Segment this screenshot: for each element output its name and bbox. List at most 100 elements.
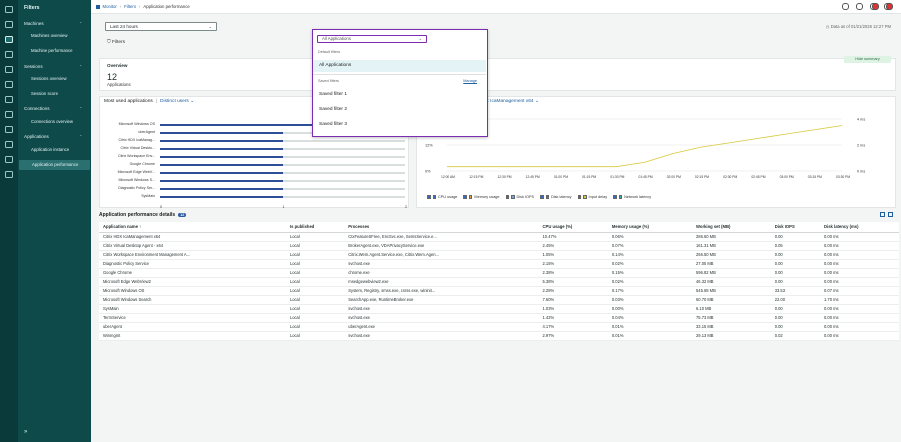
dashboard-icon[interactable] xyxy=(5,21,13,28)
table-row[interactable]: TermService Local svchost.exe 1.42% 0.04% 75.… xyxy=(99,313,899,323)
table-row[interactable]: Microsoft Windows OS Local System, Registr… xyxy=(99,286,899,296)
nav-group-sessions[interactable]: Sessions ⌃ xyxy=(24,64,82,69)
column-header[interactable]: Application name ↑ xyxy=(99,222,286,233)
breadcrumb-filters[interactable]: Filters xyxy=(124,4,136,9)
table-cell: svchost.exe xyxy=(344,313,539,323)
legend-item[interactable]: Disk latency xyxy=(540,195,572,199)
legend-item[interactable]: Network latency xyxy=(613,195,651,199)
table-row[interactable]: Citrix HDX IcaManagement x64 Local CtxFeat… xyxy=(99,232,899,242)
bar[interactable] xyxy=(160,171,283,174)
users-icon[interactable] xyxy=(5,81,13,88)
table-cell: 0.17% xyxy=(607,286,693,296)
table-cell: 2.38% xyxy=(538,268,608,278)
option-saved-filter-2[interactable]: Saved filter 2 xyxy=(313,104,486,116)
legend-item[interactable]: Memory usage xyxy=(463,195,500,199)
reports-icon[interactable] xyxy=(5,111,13,118)
column-header[interactable]: Disk IOPS xyxy=(770,222,821,233)
column-header[interactable]: Working set (MB) xyxy=(692,222,771,233)
manage-link[interactable]: Manage xyxy=(463,79,477,83)
breadcrumb: Monitor › Filters › Application performance xyxy=(96,4,190,9)
table-cell: CtxFeatureSFree, EncSvc.exe, SemsService… xyxy=(344,232,539,242)
bar[interactable] xyxy=(160,163,283,166)
column-header[interactable]: Processes xyxy=(344,222,539,233)
table-cell: uberAgent.exe xyxy=(344,322,539,332)
table-row[interactable]: SysMain Local svchost.exe 1.03% 0.00% 6.10 MB… xyxy=(99,304,899,314)
nav-item-sessions-overview[interactable]: Sessions overview xyxy=(18,74,91,84)
application-filter-select[interactable]: All Applications ⌄ xyxy=(317,35,427,43)
filters-button[interactable]: ⛉ Filters xyxy=(107,39,125,45)
hide-summary-button[interactable]: Hide summary xyxy=(844,56,891,63)
distinct-users-dropdown[interactable]: Distinct users ⌄ xyxy=(160,99,194,104)
settings-icon[interactable] xyxy=(5,51,13,58)
table-cell: 0.07% xyxy=(607,241,693,251)
legend-item[interactable]: Input delay xyxy=(577,195,608,199)
table-cell: 0.06% xyxy=(607,232,693,242)
option-saved-filter-3[interactable]: Saved filter 3 xyxy=(313,119,486,131)
legend-label: Input delay xyxy=(588,195,608,199)
user-switch-icon[interactable] xyxy=(842,3,849,10)
table-cell: 0.00 ms xyxy=(820,250,899,260)
breadcrumb-monitor[interactable]: Monitor xyxy=(103,4,117,9)
bar[interactable] xyxy=(160,139,283,142)
time-range-select[interactable]: Last 24 hours ⌄ xyxy=(105,22,217,31)
x-tick: 01:45 PM xyxy=(639,175,653,179)
trends-icon[interactable] xyxy=(5,126,13,133)
refresh-icon[interactable] xyxy=(856,3,863,10)
option-saved-filter-1[interactable]: Saved filter 1 xyxy=(313,89,486,101)
table-cell: 0.00% xyxy=(607,304,693,314)
building-icon[interactable] xyxy=(5,171,13,178)
lock-icon[interactable] xyxy=(5,141,13,148)
nav-item-connections-overview[interactable]: Connections overview xyxy=(18,117,91,127)
filters-icon[interactable] xyxy=(5,36,13,43)
bar[interactable] xyxy=(160,155,283,158)
nav-item-application-performance[interactable]: Application performance xyxy=(19,160,90,170)
table-row[interactable]: Winmgmt Local svchost.exe 2.97% 0.01% 29.13 M… xyxy=(99,331,899,341)
folder-icon[interactable] xyxy=(5,66,13,73)
table-row[interactable]: Citrix Virtual Desktop Agent - x64 Local B… xyxy=(99,241,899,251)
alerts-icon[interactable] xyxy=(5,96,13,103)
bar[interactable] xyxy=(160,179,283,182)
column-header[interactable]: CPU usage (%) xyxy=(538,222,608,233)
nav-item-session-score[interactable]: Session score xyxy=(18,89,91,99)
monitor-icon[interactable] xyxy=(5,6,13,13)
table-cell: BrokerAgent.exe, VDAPrivacyService.exe xyxy=(344,241,539,251)
export-icon[interactable] xyxy=(888,212,893,217)
nav-group-machines[interactable]: Machines ⌃ xyxy=(24,21,82,26)
legend-item[interactable]: Disk IOPS xyxy=(505,195,534,199)
table-cell: 0.00 xyxy=(770,259,821,269)
table-row[interactable]: Google Chrome Local chrome.exe 2.38% 0.15% 59… xyxy=(99,268,899,278)
table-cell: Microsoft Windows Search xyxy=(99,295,286,305)
bar[interactable] xyxy=(160,187,283,190)
nav-item-machines-overview[interactable]: Machines overview xyxy=(18,31,91,41)
expand-sidebar-icon[interactable]: » xyxy=(24,429,27,435)
nav-group-applications[interactable]: Applications ⌃ xyxy=(24,134,82,139)
nav-group-connections[interactable]: Connections ⌃ xyxy=(24,106,82,111)
bar[interactable] xyxy=(160,147,283,150)
table-cell: uberAgent xyxy=(99,322,286,332)
table-cell: 0.00 ms xyxy=(820,304,899,314)
bar-row: Citrix Virtual Deskto... xyxy=(105,146,405,152)
option-all-applications[interactable]: All Applications xyxy=(313,60,486,72)
y-left-tick: 12% xyxy=(425,144,433,148)
column-header[interactable]: Disk latency (ms) xyxy=(820,222,899,233)
table-cell: 0.00 xyxy=(770,268,821,278)
table-row[interactable]: Diagnostic Policy Service Local svchost.ex… xyxy=(99,259,899,269)
nav-item-machine-performance[interactable]: Machine performance xyxy=(18,46,91,56)
nav-item-application-instance[interactable]: Application instance xyxy=(18,145,91,155)
table-row[interactable]: Microsoft Windows Search Local SearchApp.e… xyxy=(99,295,899,305)
gear-icon[interactable] xyxy=(5,156,13,163)
columns-icon[interactable] xyxy=(880,212,885,217)
column-header[interactable]: Is published xyxy=(285,222,345,233)
x-tick: 03:15 PM xyxy=(808,175,822,179)
bar[interactable] xyxy=(160,131,283,134)
table-row[interactable]: Citrix Workspace Environment Management … xyxy=(99,250,899,260)
table-cell: svchost.exe xyxy=(344,331,539,341)
table-row[interactable]: Microsoft Edge WebView2 Local msedgewebvie… xyxy=(99,277,899,287)
column-header[interactable]: Memory usage (%) xyxy=(607,222,693,233)
table-row[interactable]: uberAgent Local uberAgent.exe 4.17% 0.01% 33.… xyxy=(99,322,899,332)
table-cell: Citrix Virtual Desktop Agent - x64 xyxy=(99,241,286,251)
legend-item[interactable]: CPU usage xyxy=(427,195,457,199)
bar[interactable] xyxy=(160,195,283,198)
legend-swatch xyxy=(545,195,550,199)
table-cell: 0.02% xyxy=(607,259,693,269)
